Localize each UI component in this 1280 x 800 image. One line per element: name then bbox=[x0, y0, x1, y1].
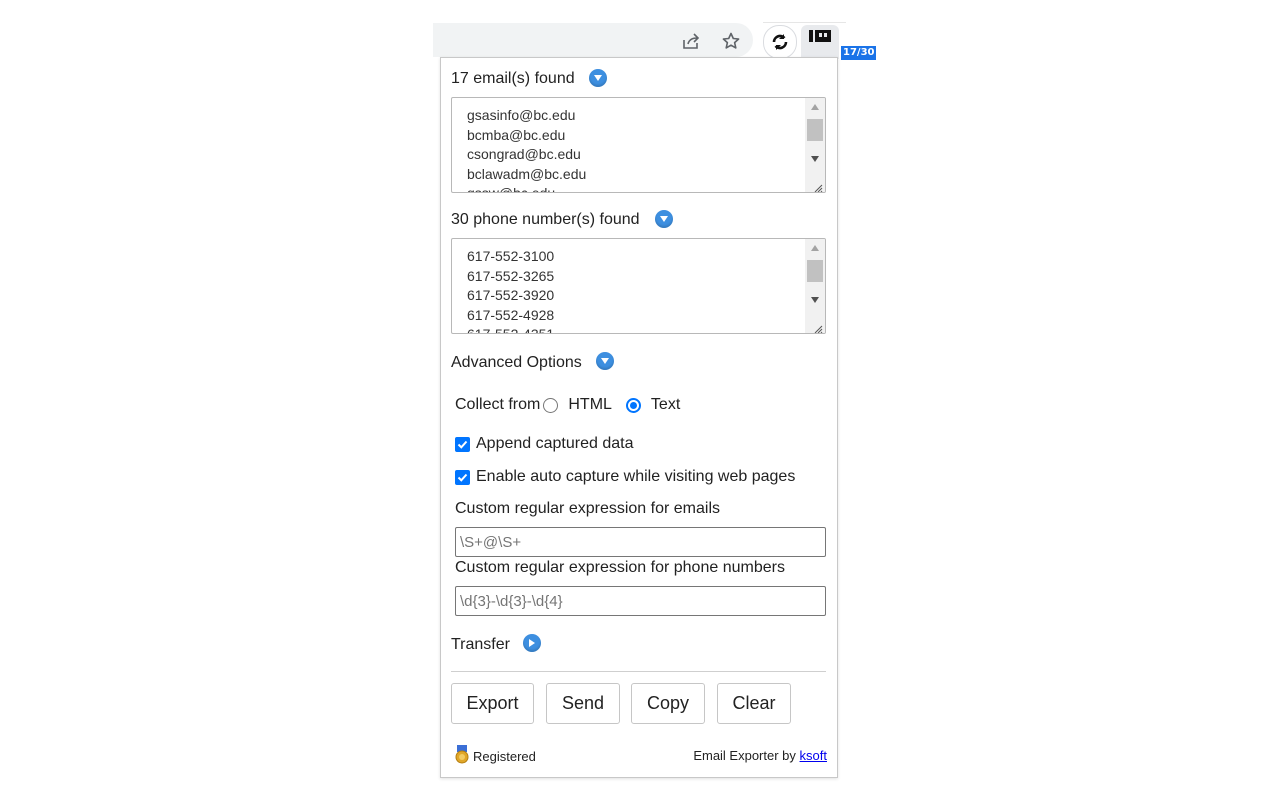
divider bbox=[451, 671, 826, 672]
export-button[interactable]: Export bbox=[451, 683, 534, 724]
radio-text[interactable] bbox=[625, 397, 641, 413]
browser-toolbar: 17/30 bbox=[433, 22, 877, 60]
copy-button[interactable]: Copy bbox=[631, 683, 705, 724]
email-item: bcmba@bc.edu bbox=[467, 126, 566, 143]
emails-scrollbar[interactable] bbox=[805, 98, 825, 192]
email-item: gssw@bc.edu bbox=[467, 184, 586, 192]
scroll-up-arrow-icon[interactable] bbox=[811, 245, 819, 251]
collect-from-row: Collect from HTML Text bbox=[455, 396, 680, 414]
ksoft-link[interactable]: ksoft bbox=[800, 748, 827, 763]
phone-item: 617-552-3920 bbox=[467, 287, 555, 304]
phone-regex-label: Custom regular expression for phone numb… bbox=[455, 559, 785, 576]
extensions-area: 17/30 bbox=[763, 22, 877, 60]
capture-count-badge: 17/30 bbox=[841, 46, 877, 60]
phones-scrollbar[interactable] bbox=[805, 239, 825, 333]
advanced-options-title: Advanced Options bbox=[451, 354, 582, 371]
phone-item: 617-552-3265 bbox=[467, 267, 555, 284]
resize-grip-icon[interactable] bbox=[813, 321, 823, 333]
auto-capture-label[interactable]: Enable auto capture while visiting web p… bbox=[476, 468, 795, 486]
send-button[interactable]: Send bbox=[546, 683, 620, 724]
append-data-row: Append captured data bbox=[455, 435, 633, 453]
radio-text-label[interactable]: Text bbox=[651, 396, 680, 414]
radio-html-label[interactable]: HTML bbox=[568, 396, 612, 414]
clear-button[interactable]: Clear bbox=[717, 683, 791, 724]
credit-text: Email Exporter by bbox=[693, 748, 796, 763]
phone-item: 617-552-3100 bbox=[467, 248, 555, 264]
phones-found-title: 30 phone number(s) found bbox=[451, 211, 640, 228]
star-icon[interactable] bbox=[721, 31, 741, 51]
append-data-label[interactable]: Append captured data bbox=[476, 435, 633, 453]
email-item: csongrad@bc.edu bbox=[467, 146, 581, 163]
email-exporter-logo-icon bbox=[809, 29, 831, 48]
scroll-thumb[interactable] bbox=[807, 260, 823, 282]
medal-icon bbox=[455, 745, 469, 768]
append-data-checkbox[interactable] bbox=[455, 436, 470, 452]
advanced-options-toggle[interactable] bbox=[596, 352, 614, 370]
email-regex-label: Custom regular expression for emails bbox=[455, 500, 720, 517]
radio-html[interactable] bbox=[543, 397, 559, 413]
resize-grip-icon[interactable] bbox=[813, 180, 823, 192]
scroll-down-arrow-icon[interactable] bbox=[811, 297, 819, 303]
share-icon[interactable] bbox=[681, 31, 701, 51]
transfer-title: Transfer bbox=[451, 636, 510, 653]
email-item: gsasinfo@bc.edu bbox=[467, 107, 576, 123]
scroll-down-arrow-icon[interactable] bbox=[811, 156, 819, 162]
registration-status: Registered bbox=[455, 745, 536, 768]
phone-item: 617-552-4928 bbox=[467, 306, 555, 323]
email-regex-input[interactable] bbox=[455, 527, 826, 557]
auto-capture-row: Enable auto capture while visiting web p… bbox=[455, 468, 795, 486]
collect-from-label: Collect from bbox=[455, 396, 541, 413]
email-exporter-popup: 17 email(s) found gsasinfo@bc.edu bcmba@… bbox=[440, 57, 838, 778]
phones-collapse-toggle[interactable] bbox=[655, 210, 673, 228]
emails-textarea[interactable]: gsasinfo@bc.edu bcmba@bc.edu csongrad@bc… bbox=[451, 97, 826, 193]
emails-collapse-toggle[interactable] bbox=[589, 69, 607, 87]
phone-item: 617-552-4351 bbox=[467, 325, 554, 333]
auto-capture-checkbox[interactable] bbox=[455, 469, 470, 485]
email-exporter-extension-button[interactable]: 17/30 bbox=[801, 25, 877, 60]
footer-credit: Email Exporter by ksoft bbox=[693, 748, 827, 763]
phone-regex-input[interactable] bbox=[455, 586, 826, 616]
email-item: bclawadm@bc.edu bbox=[467, 165, 587, 182]
scroll-up-arrow-icon[interactable] bbox=[811, 104, 819, 110]
registered-label: Registered bbox=[473, 749, 536, 764]
reload-extension-button[interactable] bbox=[763, 25, 797, 59]
emails-found-title: 17 email(s) found bbox=[451, 70, 575, 87]
phones-textarea[interactable]: 617-552-3100 617-552-3265 617-552-3920 6… bbox=[451, 238, 826, 334]
address-bar[interactable] bbox=[433, 23, 753, 57]
scroll-thumb[interactable] bbox=[807, 119, 823, 141]
transfer-expand-toggle[interactable] bbox=[523, 634, 541, 652]
